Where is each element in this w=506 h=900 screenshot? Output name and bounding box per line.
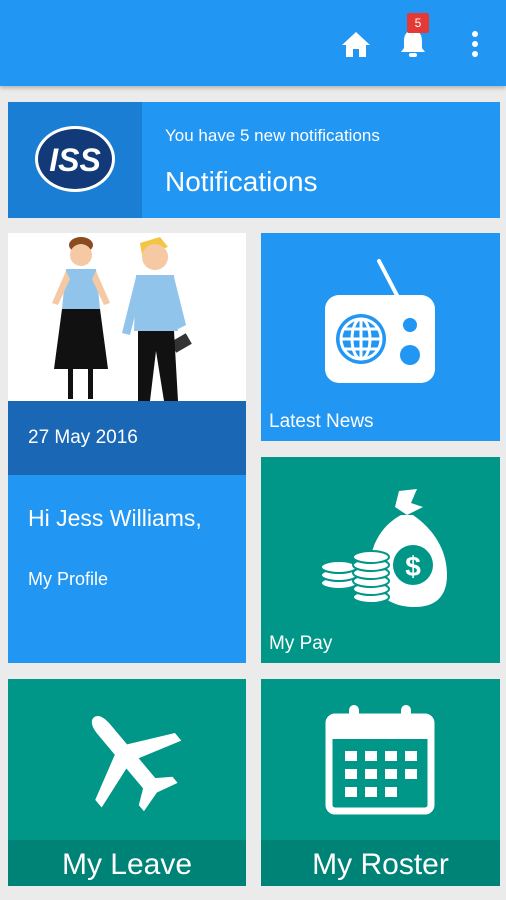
my-leave-tile[interactable]: My Leave: [8, 679, 246, 886]
calendar-icon: [325, 703, 435, 815]
iss-logo: ISS: [8, 102, 142, 218]
notifications-tile[interactable]: ISS You have 5 new notifications Notific…: [8, 102, 500, 218]
airplane-icon: [70, 703, 186, 813]
latest-news-label: Latest News: [269, 411, 374, 432]
date-bar: 27 May 2016: [8, 401, 246, 475]
more-vert-icon[interactable]: [466, 28, 484, 60]
my-leave-label: My Leave: [61, 848, 193, 881]
app-bar: 5: [0, 0, 506, 86]
home-icon[interactable]: [340, 28, 372, 60]
svg-text:$: $: [405, 551, 421, 582]
my-profile-link[interactable]: My Profile: [28, 569, 108, 590]
svg-text:ISS: ISS: [49, 142, 101, 178]
profile-tile[interactable]: 27 May 2016 Hi Jess Williams, My Profile: [8, 233, 246, 663]
greeting-text: Hi Jess Williams,: [28, 505, 202, 531]
notifications-title: Notifications: [165, 166, 318, 197]
staff-illustration: [8, 233, 246, 401]
my-pay-tile[interactable]: $ My Pay: [261, 457, 500, 663]
my-roster-label: My Roster: [312, 848, 449, 881]
notifications-subtitle: You have 5 new notifications: [165, 126, 380, 145]
current-date: 27 May 2016: [28, 427, 138, 448]
notification-badge: 5: [407, 13, 429, 33]
my-pay-label: My Pay: [269, 633, 333, 654]
my-roster-tile[interactable]: My Roster: [261, 679, 500, 886]
radio-icon: [323, 257, 437, 385]
latest-news-tile[interactable]: Latest News: [261, 233, 500, 441]
money-bag-icon: $: [315, 485, 449, 615]
